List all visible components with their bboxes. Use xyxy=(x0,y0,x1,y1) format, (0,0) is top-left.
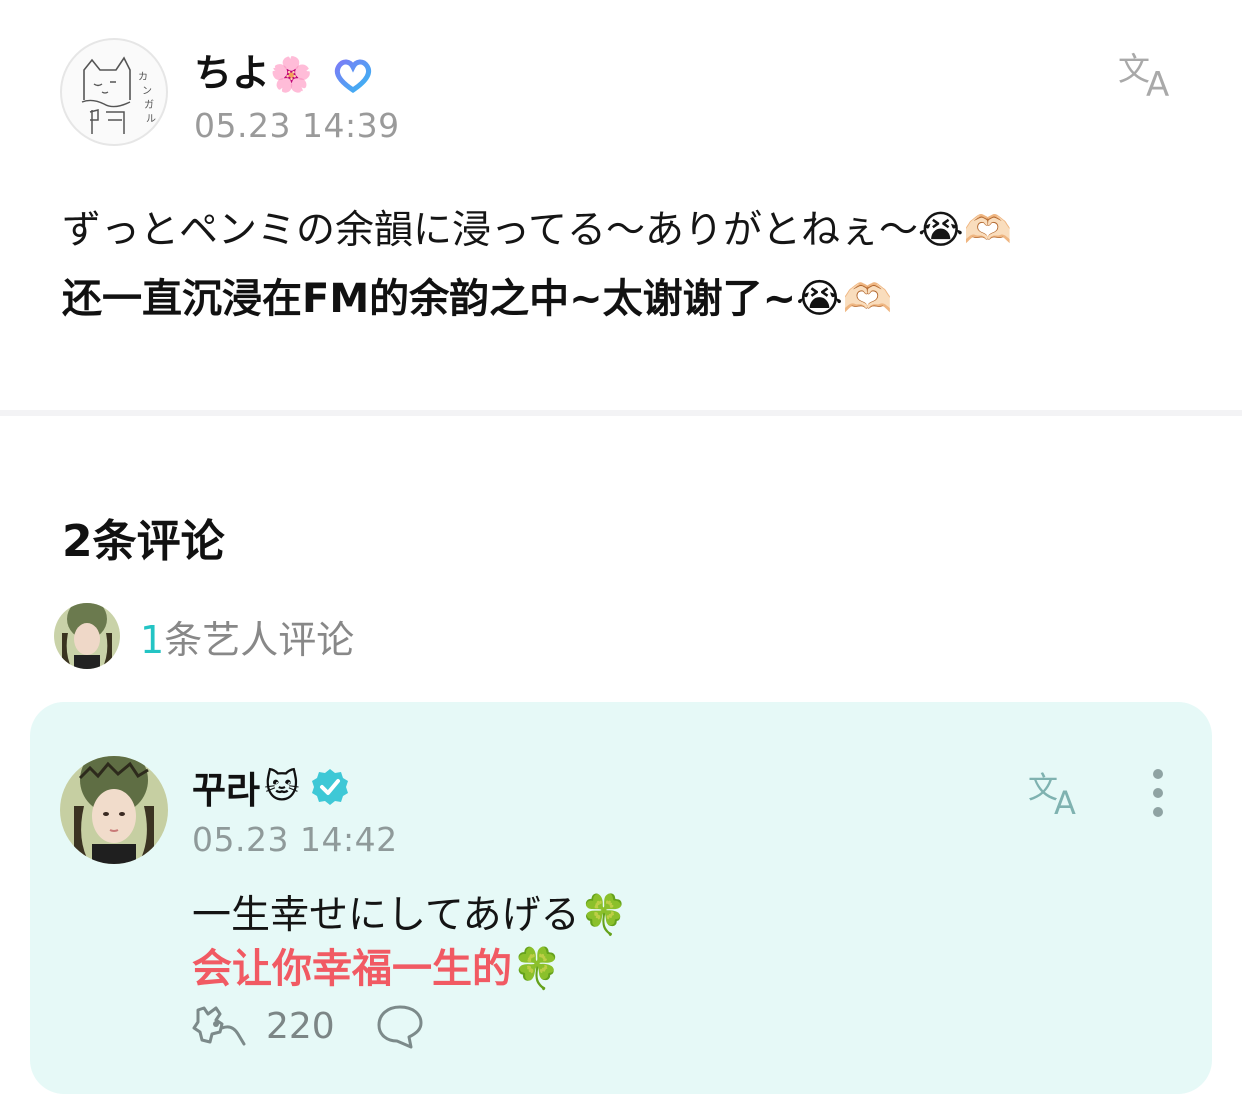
artist-comments-label: 1条艺人评论 xyxy=(140,609,354,664)
svg-text:ル: ル xyxy=(146,114,156,125)
post-text-translated: 还一直沉浸在FM的余韵之中~太谢谢了~😭🫶🏻 xyxy=(62,276,893,322)
svg-text:A: A xyxy=(1054,784,1076,818)
svg-text:ン: ン xyxy=(142,86,152,97)
artist-comments-text: 条艺人评论 xyxy=(164,617,355,662)
comment-actions: 220 xyxy=(192,1002,425,1050)
heart-badge-icon xyxy=(334,59,371,93)
translate-icon[interactable]: 文 A xyxy=(1116,46,1184,102)
comment-text-original: 一生幸せにしてあげる🍀 xyxy=(192,893,629,938)
verified-check-icon xyxy=(311,769,348,805)
cat-sketch-avatar-icon: カ ン ガ ル xyxy=(81,56,156,134)
svg-text:カ: カ xyxy=(138,71,148,83)
comments-count: 2条评论 xyxy=(62,516,225,567)
svg-text:A: A xyxy=(1146,65,1169,102)
reply-icon[interactable] xyxy=(375,1003,425,1049)
comment-text-translated: 会让你幸福一生的🍀 xyxy=(192,946,562,992)
post-text-original: ずっとペンミの余韻に浸ってる～ありがとねぇ～😭🫶🏻 xyxy=(62,208,1013,253)
artist-avatar-small xyxy=(54,603,120,669)
author-avatar[interactable]: カ ン ガ ル xyxy=(60,38,168,146)
post-header: カ ン ガ ル ちよ🌸 05.23 14:39 文 A xyxy=(60,38,1190,148)
author-name[interactable]: ちよ xyxy=(194,51,270,95)
author-name-emoji: 🌸 xyxy=(270,55,313,95)
svg-text:ガ: ガ xyxy=(144,99,154,111)
commenter-name-row[interactable]: 꾸라 🐱 xyxy=(192,760,350,814)
author-name-row[interactable]: ちよ🌸 xyxy=(194,42,374,97)
like-count: 220 xyxy=(266,1005,335,1047)
more-options-icon[interactable] xyxy=(1148,768,1168,818)
post-body: ずっとペンミの余韻に浸ってる～ありがとねぇ～😭🫶🏻 还一直沉浸在FM的余韵之中~… xyxy=(62,200,1182,330)
comment-time: 05.23 14:42 xyxy=(192,820,398,859)
artist-comment-card: 꾸라 🐱 05.23 14:42 文 A 一生幸せにしてあげる🍀 会让你幸福一生的… xyxy=(30,702,1212,1094)
artist-comments-count: 1 xyxy=(140,617,165,662)
artist-comments-filter[interactable]: 1条艺人评论 xyxy=(54,603,354,669)
section-divider xyxy=(0,410,1242,416)
commenter-name-emoji: 🐱 xyxy=(264,767,300,807)
like-icon[interactable] xyxy=(192,1002,248,1050)
commenter-avatar[interactable] xyxy=(60,756,168,864)
comment-translate-icon[interactable]: 文 A xyxy=(1026,766,1090,818)
commenter-name[interactable]: 꾸라 xyxy=(192,760,260,814)
post-time: 05.23 14:39 xyxy=(194,106,400,145)
